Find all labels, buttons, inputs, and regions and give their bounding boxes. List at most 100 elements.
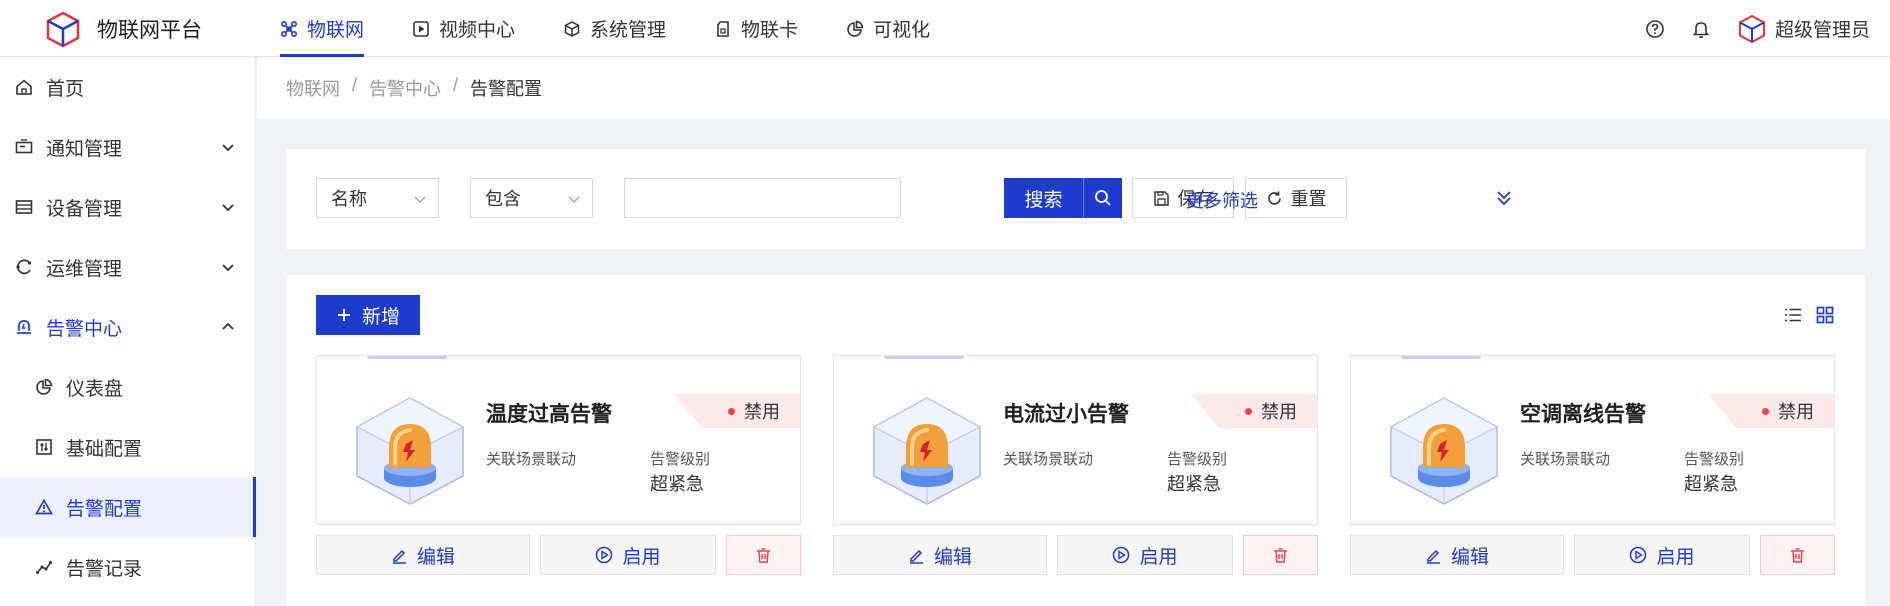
edit-button-label: 编辑 [1450,546,1489,568]
enable-button[interactable]: 启用 [540,535,716,575]
warning-triangle-icon [35,498,53,516]
sidebar-item-label: 设备管理 [46,198,123,220]
alarm-card-body[interactable]: 空调离线告警 禁用 关联场景联动 告警级别 超紧急 [1350,355,1835,525]
double-chevron-down-icon[interactable] [1494,188,1514,208]
trash-icon [1789,547,1806,564]
reset-button[interactable]: 重置 [1245,178,1347,218]
alarm-bell-icon [15,318,33,336]
breadcrumb-iot[interactable]: 物联网 [286,75,340,101]
more-filter-link[interactable]: 更多筛选 [1186,187,1258,213]
alarm-level-value: 超紧急 [650,474,704,494]
sidebar-item-label: 基础配置 [66,438,143,460]
add-button[interactable]: 新增 [316,295,420,335]
logo-icon[interactable] [44,10,82,48]
status-dot-icon [1762,407,1769,415]
chevron-down-icon [567,192,581,206]
breadcrumb-alarm-center[interactable]: 告警中心 [369,75,441,101]
sidebar-item-alarm-record[interactable]: 告警记录 [0,537,256,597]
edit-icon [391,547,408,564]
status-dot-icon [728,407,735,415]
help-circle-icon[interactable] [1645,19,1665,39]
play-circle-icon [1629,546,1647,564]
top-nav: 物联网 视频中心 系统管理 物联卡 可视化 [280,0,978,57]
edit-button[interactable]: 编辑 [316,535,530,575]
alarm-card-actions: 编辑 启用 [1350,535,1835,575]
search-button-label: 搜索 [1004,178,1084,218]
alarm-card-actions: 编辑 启用 [316,535,801,575]
search-button[interactable]: 搜索 [1004,178,1122,218]
edit-button[interactable]: 编辑 [833,535,1047,575]
card-tab-marker [884,356,964,359]
enable-button-label: 启用 [1139,546,1178,568]
alarm-card-body[interactable]: 电流过小告警 禁用 关联场景联动 告警级别 超紧急 [833,355,1318,525]
sidebar-item-label: 告警记录 [66,558,143,580]
topnav-simcard[interactable]: 物联卡 [714,0,798,57]
topnav-iot[interactable]: 物联网 [280,0,365,57]
field-select[interactable]: 名称 [316,178,439,218]
alarm-card-body[interactable]: 温度过高告警 禁用 关联场景联动 告警级别 超紧急 [316,355,801,525]
sidebar-item-basic-config[interactable]: 基础配置 [0,417,256,477]
topnav-video[interactable]: 视频中心 [412,0,515,57]
breadcrumb-current: 告警配置 [470,79,543,99]
list-view-icon[interactable] [1784,306,1802,324]
sidebar-item-label: 首页 [46,78,85,100]
operator-select-value: 包含 [485,189,521,209]
alarm-card-actions: 编辑 启用 [833,535,1318,575]
avatar [1737,14,1767,44]
trash-icon [1272,547,1289,564]
delete-button[interactable] [1760,535,1835,575]
brand-title: 物联网平台 [97,19,202,42]
alarm-list-panel: 新增 温度过高告警 禁用 关联场景联动 告警级别 超紧急 编辑 启用 电流过小告… [286,275,1865,606]
sidebar-item-home[interactable]: 首页 [0,57,256,117]
sidebar-item-ops[interactable]: 运维管理 [0,237,256,297]
sidebar-item-device[interactable]: 设备管理 [0,177,256,237]
sidebar-item-notice[interactable]: 通知管理 [0,117,256,177]
breadcrumb: 物联网 / 告警中心 / 告警配置 [286,75,542,101]
breadcrumb-bar: 物联网 / 告警中心 / 告警配置 [257,57,1890,119]
alarm-light-illustration [1387,394,1501,506]
breadcrumb-separator: / [453,75,459,95]
device-icon [15,198,33,216]
edit-icon [908,547,925,564]
play-circle-icon [1112,546,1130,564]
user-name: 超级管理员 [1774,20,1870,41]
alarm-card-title: 温度过高告警 [486,403,612,426]
breadcrumb-separator: / [352,75,358,95]
enable-button[interactable]: 启用 [1574,535,1750,575]
topnav-visual[interactable]: 可视化 [846,0,930,57]
scene-linkage-label: 关联场景联动 [486,451,577,468]
save-icon [1153,190,1170,207]
sidebar-item-alarm-center[interactable]: 告警中心 [0,297,256,357]
status-badge: 禁用 [1191,394,1317,428]
sidebar-item-label: 告警中心 [46,318,123,340]
status-text: 禁用 [744,402,780,422]
sidebar-item-label: 仪表盘 [66,378,124,400]
sidebar-item-alarm-config[interactable]: 告警配置 [0,477,256,537]
delete-button[interactable] [726,535,801,575]
grid-view-icon[interactable] [1816,306,1834,324]
edit-button[interactable]: 编辑 [1350,535,1564,575]
delete-button[interactable] [1243,535,1318,575]
sidebar-item-label: 运维管理 [46,258,123,280]
basic-config-icon [35,438,53,456]
chevron-down-icon [220,199,236,215]
scene-linkage-label: 关联场景联动 [1520,451,1611,468]
top-bar: 物联网平台 物联网 视频中心 系统管理 物联卡 可视化 超级管理员 [0,0,1890,57]
topnav-label: 可视化 [873,20,931,41]
sidebar-item-dashboard[interactable]: 仪表盘 [0,357,256,417]
notice-icon [15,138,33,156]
user-menu[interactable]: 超级管理员 [1737,14,1870,44]
chevron-down-icon [413,192,427,206]
alarm-level-value: 超紧急 [1167,474,1221,494]
enable-button[interactable]: 启用 [1057,535,1233,575]
topnav-system[interactable]: 系统管理 [563,0,666,57]
card-tab-marker [1401,356,1481,359]
topnav-label: 视频中心 [439,20,516,41]
bell-icon[interactable] [1691,19,1711,39]
status-badge: 禁用 [1708,394,1834,428]
search-input[interactable] [624,178,901,218]
ops-icon [15,258,33,276]
operator-select[interactable]: 包含 [470,178,593,218]
alarm-light-illustration [353,394,467,506]
edit-button-label: 编辑 [933,546,972,568]
